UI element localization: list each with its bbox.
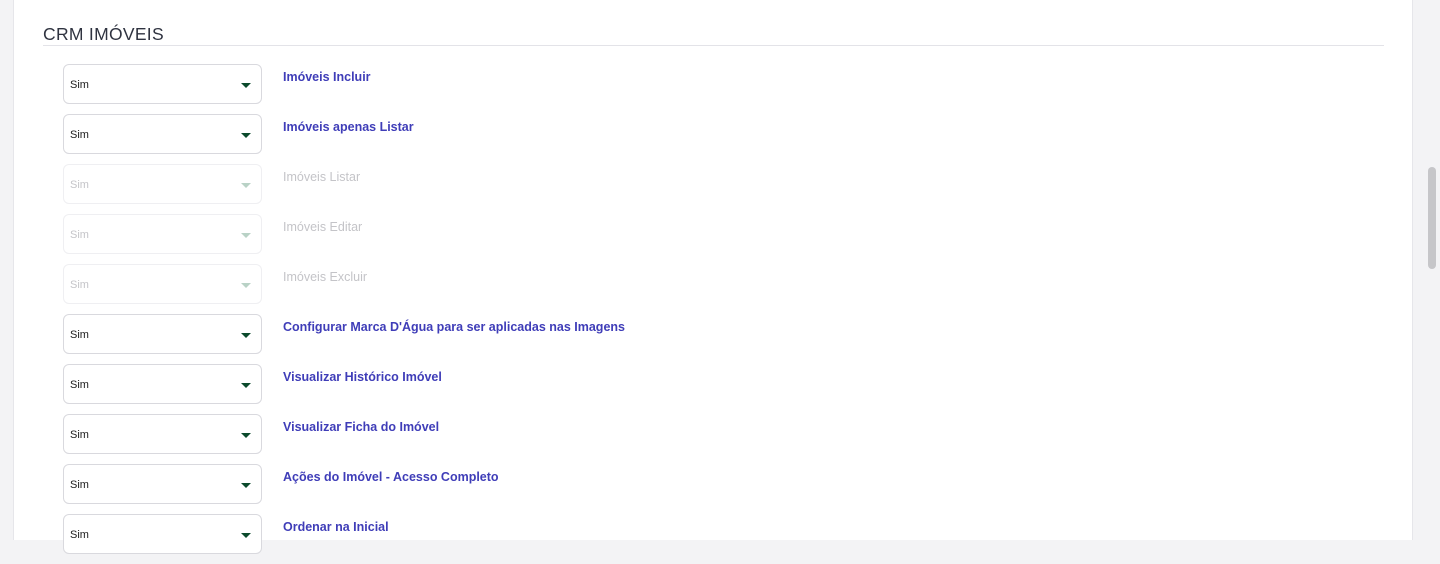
- select-value: Sim: [70, 329, 89, 341]
- permission-row-imoveis-excluir: Sim Imóveis Excluir: [63, 264, 963, 314]
- caret-down-icon: [241, 483, 251, 488]
- permission-select-imoveis-listar: Sim: [63, 164, 262, 204]
- vertical-scrollbar[interactable]: [1424, 0, 1440, 540]
- caret-down-icon: [241, 283, 251, 288]
- permission-select-imoveis-incluir[interactable]: Sim: [63, 64, 262, 104]
- permission-label: Ações do Imóvel - Acesso Completo: [283, 470, 499, 484]
- permission-select-marca-dagua[interactable]: Sim: [63, 314, 262, 354]
- permission-label: Imóveis Incluir: [283, 70, 371, 84]
- permission-row-historico-imovel: Sim Visualizar Histórico Imóvel: [63, 364, 963, 414]
- permission-label: Visualizar Histórico Imóvel: [283, 370, 442, 384]
- permissions-panel: CRM IMÓVEIS Sim Imóveis Incluir Sim Imóv…: [13, 0, 1413, 554]
- caret-down-icon: [241, 533, 251, 538]
- select-value: Sim: [70, 79, 89, 91]
- caret-down-icon: [241, 183, 251, 188]
- permission-row-ordenar-inicial: Sim Ordenar na Inicial: [63, 514, 963, 564]
- select-value: Sim: [70, 229, 89, 241]
- select-value: Sim: [70, 429, 89, 441]
- permission-select-historico-imovel[interactable]: Sim: [63, 364, 262, 404]
- permission-row-imoveis-incluir: Sim Imóveis Incluir: [63, 64, 963, 114]
- select-value: Sim: [70, 529, 89, 541]
- scrollbar-thumb[interactable]: [1428, 167, 1436, 269]
- permission-row-acoes-imovel: Sim Ações do Imóvel - Acesso Completo: [63, 464, 963, 514]
- permission-row-ficha-imovel: Sim Visualizar Ficha do Imóvel: [63, 414, 963, 464]
- select-value: Sim: [70, 179, 89, 191]
- caret-down-icon: [241, 83, 251, 88]
- permission-label: Imóveis Listar: [283, 170, 361, 184]
- permission-label: Visualizar Ficha do Imóvel: [283, 420, 440, 434]
- section-divider: [43, 45, 1384, 46]
- permission-select-ordenar-inicial[interactable]: Sim: [63, 514, 262, 554]
- select-value: Sim: [70, 279, 89, 291]
- permission-select-imoveis-apenas-listar[interactable]: Sim: [63, 114, 262, 154]
- caret-down-icon: [241, 133, 251, 138]
- permission-row-marca-dagua: Sim Configurar Marca D'Água para ser apl…: [63, 314, 963, 364]
- caret-down-icon: [241, 433, 251, 438]
- permission-select-imoveis-excluir: Sim: [63, 264, 262, 304]
- permission-row-imoveis-apenas-listar: Sim Imóveis apenas Listar: [63, 114, 963, 164]
- section-title: CRM IMÓVEIS: [43, 24, 164, 44]
- permission-select-imoveis-editar: Sim: [63, 214, 262, 254]
- caret-down-icon: [241, 233, 251, 238]
- caret-down-icon: [241, 383, 251, 388]
- select-value: Sim: [70, 129, 89, 141]
- permission-label: Imóveis Excluir: [283, 270, 368, 284]
- select-value: Sim: [70, 479, 89, 491]
- permission-select-ficha-imovel[interactable]: Sim: [63, 414, 262, 454]
- caret-down-icon: [241, 333, 251, 338]
- permission-row-imoveis-editar: Sim Imóveis Editar: [63, 214, 963, 264]
- select-value: Sim: [70, 379, 89, 391]
- permission-row-imoveis-listar: Sim Imóveis Listar: [63, 164, 963, 214]
- permission-list: Sim Imóveis Incluir Sim Imóveis apenas L…: [63, 64, 963, 564]
- permission-label: Configurar Marca D'Água para ser aplicad…: [283, 320, 625, 334]
- permission-label: Imóveis Editar: [283, 220, 363, 234]
- permission-select-acoes-imovel[interactable]: Sim: [63, 464, 262, 504]
- permission-label: Ordenar na Inicial: [283, 520, 389, 534]
- permission-label: Imóveis apenas Listar: [283, 120, 414, 134]
